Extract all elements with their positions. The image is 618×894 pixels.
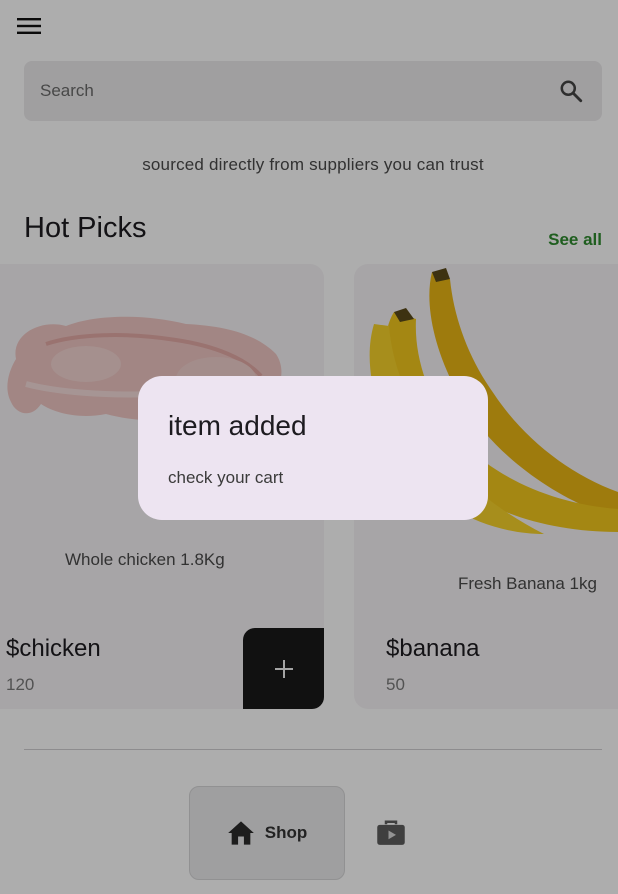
dialog-body: check your cart xyxy=(168,468,284,487)
dialog-title: item added xyxy=(168,410,307,441)
item-added-dialog xyxy=(138,376,488,520)
